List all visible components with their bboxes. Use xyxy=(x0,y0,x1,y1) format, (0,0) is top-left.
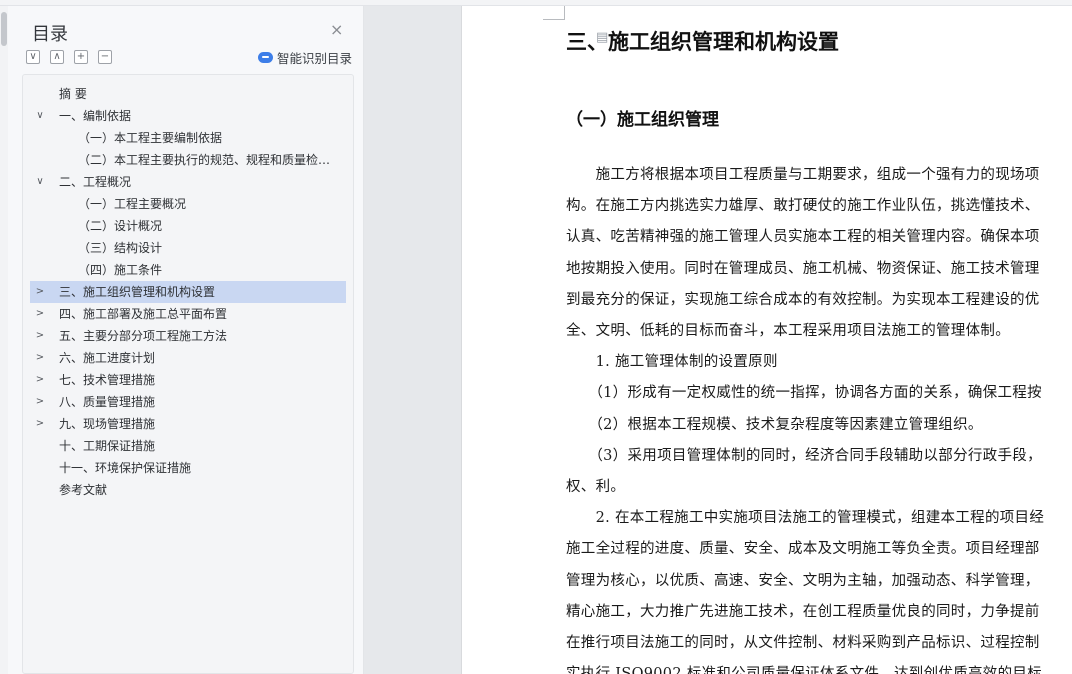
toc-item[interactable]: （二）设计概况 xyxy=(23,215,353,237)
toc-item[interactable]: > 六、施工进度计划 xyxy=(23,347,353,369)
paragraph-line: 到最充分的保证，实现施工综合成本的有效控制。为实现本工程建设的优 xyxy=(566,291,1040,308)
paragraph-line: 在推行项目法施工的同时，从文件控制、材料采购到产品标识、过程控制 xyxy=(566,635,1040,651)
heading-1: 三、施工组织管理和机构设置 xyxy=(566,29,839,54)
paragraph-line: （2）根据本工程规模、技术复杂程度等因素建立管理组织。 xyxy=(566,416,983,433)
paragraph-line: 实执行 ISO9002 标准和公司质量保证体系文件，达到创优质高效的目标 xyxy=(566,662,1042,674)
heading-2: （一）施工组织管理 xyxy=(566,110,719,130)
paragraph-line: 管理为核心，以优质、高速、安全、文明为主轴，加强动态、科学管理， xyxy=(566,572,1040,589)
paragraph-line: （3）采用项目管理体制的同时，经济合同手段辅助以部分行政手段， xyxy=(566,447,1042,464)
close-icon[interactable]: × xyxy=(330,20,343,39)
chevron-right-icon[interactable]: > xyxy=(33,325,47,347)
toc-item-label: （一）本工程主要编制依据 xyxy=(78,131,223,145)
paragraph-line: 施工全过程的进度、质量、安全、成本及文明施工等负全责。项目经理部 xyxy=(566,541,1040,558)
chevron-right-icon[interactable]: > xyxy=(33,369,47,391)
toc-item[interactable]: 参考文献 xyxy=(23,479,353,501)
remove-heading-button[interactable]: − xyxy=(98,50,112,64)
toc-list: 摘 要 ∨ 一、编制依据 （一）本工程主要编制依据 （二）本工程主要执行的规范、规程和质… xyxy=(23,83,353,501)
toc-item[interactable]: 十一、环境保护保证措施 xyxy=(23,457,353,479)
toc-item[interactable]: （三）结构设计 xyxy=(23,237,353,259)
toc-item[interactable]: > 四、施工部署及施工总平面布置 xyxy=(23,303,353,325)
toc-item-label: 五、主要分部分项工程施工方法 xyxy=(59,329,228,343)
toc-item[interactable]: （一）工程主要概况 xyxy=(23,193,353,215)
toc-item[interactable]: 十、工期保证措施 xyxy=(23,435,353,457)
paragraph-line: 权、利。 xyxy=(566,479,626,495)
toc-item[interactable]: > 八、质量管理措施 xyxy=(23,391,353,413)
toc-item[interactable]: > 五、主要分部分项工程施工方法 xyxy=(23,325,353,347)
toc-item-label: 十、工期保证措施 xyxy=(59,439,156,453)
chevron-right-icon[interactable]: > xyxy=(33,281,47,303)
chevron-right-icon[interactable]: > xyxy=(33,347,47,369)
toc-item-label: （二）设计概况 xyxy=(78,219,163,233)
toc-item-label: 参考文献 xyxy=(59,483,108,497)
smart-toc-button[interactable]: 智能识别目录 xyxy=(258,48,352,67)
toc-item[interactable]: （二）本工程主要执行的规范、规程和质量检验 ... xyxy=(23,149,353,171)
toc-item-label: （四）施工条件 xyxy=(78,263,163,277)
paragraph-line: 构。在施工方内挑选实力雄厚、敢打硬仗的施工作业队伍，挑选懂技术、 xyxy=(566,198,1040,215)
expand-all-button[interactable]: ∧ xyxy=(50,50,64,64)
toc-item[interactable]: > 七、技术管理措施 xyxy=(23,369,353,391)
toc-item[interactable]: ∨ 二、工程概况 xyxy=(23,171,353,193)
toc-item-label: 八、质量管理措施 xyxy=(59,395,156,409)
toc-item[interactable]: ∨ 一、编制依据 xyxy=(23,105,353,127)
toc-item-label: 二、工程概况 xyxy=(59,175,132,189)
paragraph-line: 认真、吃苦精神强的施工管理人员实施本工程的相关管理内容。确保本项 xyxy=(566,229,1040,246)
toc-item[interactable]: （四）施工条件 xyxy=(23,259,353,281)
toc-item[interactable]: （一）本工程主要编制依据 xyxy=(23,127,353,149)
toc-item-label: 九、现场管理措施 xyxy=(59,417,156,431)
toc-item-label: （二）本工程主要执行的规范、规程和质量检验 ... xyxy=(78,153,346,167)
toc-item-label: （一）工程主要概况 xyxy=(78,197,187,211)
chevron-down-icon[interactable]: ∨ xyxy=(33,171,47,193)
page-corner-mark xyxy=(543,6,565,20)
collapse-all-button[interactable]: ∨ xyxy=(26,50,40,64)
toc-item-label: 六、施工进度计划 xyxy=(59,351,156,365)
toc-item-label: 四、施工部署及施工总平面布置 xyxy=(59,307,228,321)
paragraph-line: 地按期投入使用。同时在管理成员、施工机械、物资保证、施工技术管理 xyxy=(566,260,1040,277)
paragraph-line: 施工方将根据本项目工程质量与工期要求，组成一个强有力的现场项 xyxy=(566,167,1040,183)
chevron-right-icon[interactable]: > xyxy=(33,413,47,435)
document-area: ▤ ▾ 三、施工组织管理和机构设置 （一）施工组织管理 施工方将根据本项目工程质量… xyxy=(364,6,1072,674)
toc-item[interactable]: > 九、现场管理措施 xyxy=(23,413,353,435)
paragraph-line: 1. 施工管理体制的设置原则 xyxy=(566,354,778,371)
toc-panel: 目录 × ∨ ∧ + − 智能识别目录 摘 要 ∨ 一、编制依据 （一）本工程主要编制… xyxy=(8,6,364,674)
smart-toc-icon xyxy=(258,52,273,63)
toc-item-label: 一、编制依据 xyxy=(59,109,132,123)
toc-item[interactable]: 摘 要 xyxy=(23,83,353,105)
chevron-down-icon[interactable]: ∨ xyxy=(33,105,47,127)
toc-item-label: 七、技术管理措施 xyxy=(59,373,156,387)
add-heading-button[interactable]: + xyxy=(74,50,88,64)
smart-toc-label: 智能识别目录 xyxy=(277,51,353,66)
chevron-right-icon[interactable]: > xyxy=(33,391,47,413)
paragraph-line: 2. 在本工程施工中实施项目法施工的管理模式，组建本工程的项目经 xyxy=(566,510,1045,527)
toc-title: 目录 xyxy=(32,24,68,45)
document-page[interactable]: ▤ ▾ 三、施工组织管理和机构设置 （一）施工组织管理 施工方将根据本项目工程质量… xyxy=(461,6,1072,674)
toc-item[interactable]: > 三、施工组织管理和机构设置 xyxy=(30,281,346,303)
toc-item-label: （三）结构设计 xyxy=(78,241,163,255)
toc-item-label: 摘 要 xyxy=(59,87,87,101)
paragraph-line: （1）形成有一定权威性的统一指挥，协调各方面的关系，确保工程按 xyxy=(566,385,1042,402)
toc-item-label: 十一、环境保护保证措施 xyxy=(59,461,192,475)
toc-list-container: 摘 要 ∨ 一、编制依据 （一）本工程主要编制依据 （二）本工程主要执行的规范、规程和质… xyxy=(22,74,354,674)
chevron-right-icon[interactable]: > xyxy=(33,303,47,325)
toc-toolbar: ∨ ∧ + − xyxy=(26,50,112,64)
toc-item-label: 三、施工组织管理和机构设置 xyxy=(59,285,216,299)
paragraph-line: 全、文明、低耗的目标而奋斗，本工程采用项目法施工的管理体制。 xyxy=(566,323,1010,339)
left-scrollbar-thumb[interactable] xyxy=(1,12,7,46)
paragraph-line: 精心施工，大力推广先进施工技术，在创工程质量优良的同时，力争提前 xyxy=(566,603,1040,620)
left-scrollbar[interactable] xyxy=(0,6,8,674)
